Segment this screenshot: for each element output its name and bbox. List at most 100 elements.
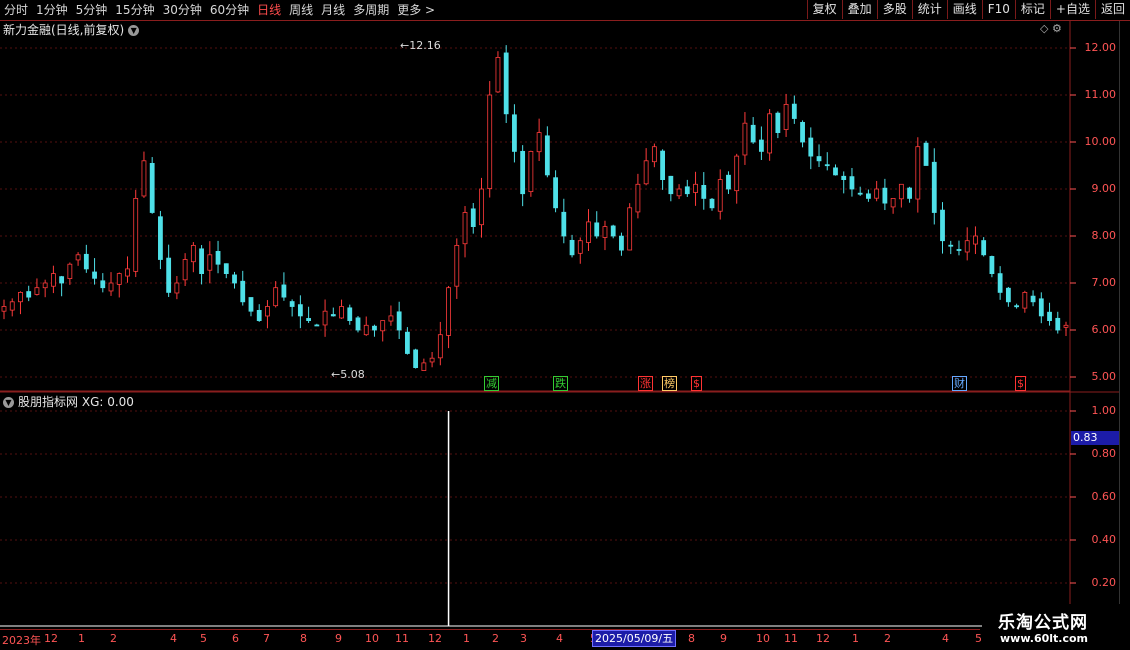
candle-body xyxy=(232,274,237,284)
candle-body xyxy=(437,334,443,359)
candle-body xyxy=(59,276,65,284)
candle-body xyxy=(758,139,764,152)
low-price-value: 5.08 xyxy=(340,368,365,381)
candle-body xyxy=(363,324,369,336)
candle-body xyxy=(964,240,970,253)
candle-body xyxy=(166,257,172,293)
candle-body xyxy=(503,52,509,115)
low-price-annotation: ←5.08 xyxy=(331,368,365,381)
candle-body xyxy=(355,317,361,331)
candle-body xyxy=(116,273,122,285)
candle-body xyxy=(577,240,583,254)
candle-body xyxy=(981,240,987,256)
candle-body xyxy=(454,244,460,287)
event-marker[interactable]: 财 xyxy=(952,376,967,391)
event-marker[interactable]: 涨 xyxy=(638,376,653,391)
sub-y-tick: 0.60 xyxy=(1091,490,1117,503)
candle-body xyxy=(281,284,287,298)
event-marker[interactable]: 榜 xyxy=(662,376,677,391)
diamond-icon[interactable]: ◇ xyxy=(1040,22,1048,35)
candle-body xyxy=(339,306,344,319)
candle-body xyxy=(1,306,7,312)
main-y-tick: 6.00 xyxy=(1091,323,1117,336)
candle-body xyxy=(619,235,624,251)
candle-body xyxy=(487,94,493,189)
candle-body xyxy=(1014,305,1020,308)
candle-body xyxy=(767,113,773,154)
sub-y-tick: 0.80 xyxy=(1091,447,1117,460)
candle-body xyxy=(610,225,616,237)
candle-body xyxy=(717,179,723,212)
candle-body xyxy=(314,324,320,327)
candle-body xyxy=(726,174,731,190)
candle-body xyxy=(569,239,575,256)
x-tick-label: 2 xyxy=(492,632,499,645)
main-y-tick: 12.00 xyxy=(1084,41,1117,54)
watermark-url: www.60lt.com xyxy=(1000,632,1089,645)
candle-body xyxy=(306,318,312,322)
candle-body xyxy=(388,315,394,322)
candle-body xyxy=(923,142,929,166)
candle-body xyxy=(684,186,690,195)
sub-y-tick: 1.00 xyxy=(1091,404,1117,417)
candle-body xyxy=(479,188,484,226)
high-price-annotation: ←12.16 xyxy=(400,39,441,52)
candle-body xyxy=(643,160,649,185)
candle-body xyxy=(874,188,880,199)
x-tick-label: 2 xyxy=(110,632,117,645)
candle-body xyxy=(273,287,279,307)
candle-body xyxy=(586,221,591,243)
sub-y-tick: 0.40 xyxy=(1091,533,1117,546)
x-tick-label: 7 xyxy=(263,632,270,645)
stock-title: 新力金融(日线,前复权) xyxy=(3,23,125,37)
candle-body xyxy=(890,197,896,208)
candle-body xyxy=(931,161,937,213)
candle-body xyxy=(528,150,534,193)
event-marker[interactable]: 跌 xyxy=(553,376,568,391)
candle-body xyxy=(668,175,674,195)
sub-y-tick: 0.20 xyxy=(1091,576,1117,589)
candle-body xyxy=(149,162,155,213)
x-axis: 2023年12124567891011121234567891011121245 xyxy=(0,629,982,648)
event-marker[interactable]: 减 xyxy=(484,376,499,391)
x-tick-label: 12 xyxy=(44,632,58,645)
x-tick-label: 9 xyxy=(335,632,342,645)
candle-body xyxy=(561,211,567,237)
candle-body xyxy=(989,256,995,274)
x-tick-label: 10 xyxy=(365,632,379,645)
candle-body xyxy=(544,135,550,176)
candle-body xyxy=(907,187,912,199)
candle-body xyxy=(1022,291,1028,309)
chevron-down-icon[interactable]: ▼ xyxy=(3,397,14,408)
main-y-tick: 5.00 xyxy=(1091,370,1117,383)
gear-icon[interactable]: ⚙ xyxy=(1052,22,1062,35)
candle-body xyxy=(857,192,863,195)
candle-body xyxy=(92,271,97,279)
indicator-name: 股朋指标网 xyxy=(18,395,79,409)
x-tick-label: 4 xyxy=(170,632,177,645)
kline-chart[interactable] xyxy=(0,0,1130,650)
candle-body xyxy=(627,207,633,251)
candle-body xyxy=(133,197,139,272)
candle-body xyxy=(800,121,805,143)
candle-body xyxy=(34,287,40,295)
candle-body xyxy=(83,253,89,270)
candle-body xyxy=(462,212,468,245)
event-marker[interactable]: $ xyxy=(691,376,702,391)
candle-body xyxy=(396,311,402,331)
candle-body xyxy=(660,150,666,181)
candle-body xyxy=(190,244,196,263)
candle-body xyxy=(750,124,756,143)
x-tick-label: 5 xyxy=(975,632,982,645)
event-marker[interactable]: $ xyxy=(1015,376,1026,391)
side-panel-strip[interactable] xyxy=(1119,21,1130,629)
candle-body xyxy=(1030,295,1036,303)
candle-body xyxy=(693,183,698,193)
candle-body xyxy=(841,175,847,180)
chevron-down-icon[interactable]: ▼ xyxy=(128,25,140,36)
candle-body xyxy=(709,198,715,209)
candle-body xyxy=(413,349,419,369)
candle-body xyxy=(594,222,600,237)
candle-body xyxy=(256,309,262,321)
candle-body xyxy=(404,331,410,354)
